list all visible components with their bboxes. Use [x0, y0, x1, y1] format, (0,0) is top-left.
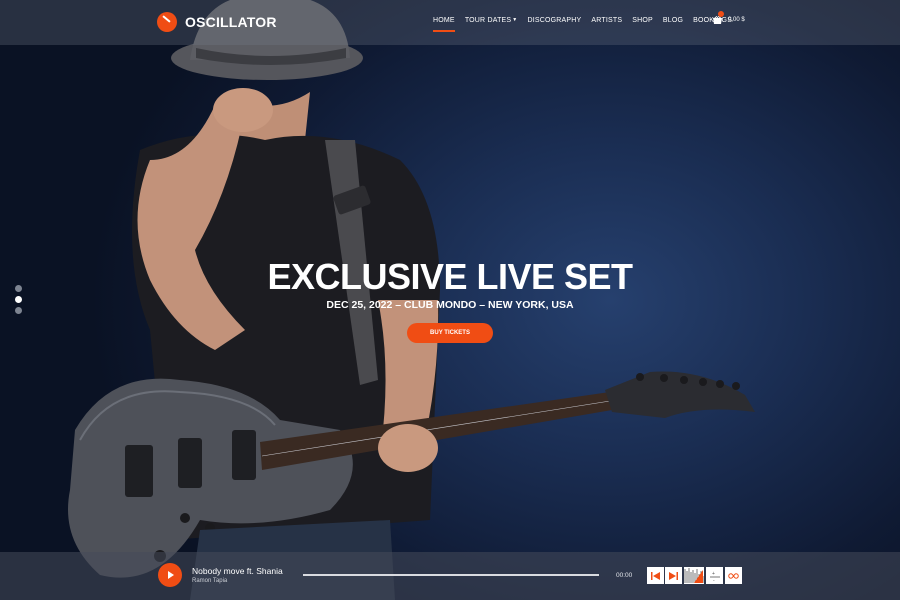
next-icon: [669, 571, 678, 580]
previous-button[interactable]: [647, 567, 664, 584]
hero-title: EXCLUSIVE LIVE SET: [267, 256, 633, 297]
cart-total: 0,00 $: [728, 17, 745, 23]
slider-dots: [15, 285, 22, 314]
loop-icon: [728, 572, 739, 579]
slider-dot-3[interactable]: [15, 307, 22, 314]
nav-item-label: TOUR DATES: [464, 17, 512, 24]
track-time: 00:00: [616, 572, 633, 579]
loop-button[interactable]: [725, 567, 742, 584]
main-nav: HOME TOUR DATES▼ DISCOGRAPHY ARTISTS SHO…: [433, 17, 732, 32]
nav-item-label: BLOG: [662, 17, 684, 24]
nav-item-label: ARTISTS: [591, 17, 623, 24]
nav-item-shop[interactable]: SHOP: [632, 17, 653, 24]
track-title: Nobody move ft. Shania: [192, 566, 283, 576]
progress-bar[interactable]: [303, 574, 599, 576]
audio-player: Nobody move ft. Shania Ramon Tapia 00:00…: [0, 552, 900, 600]
logo-icon: [157, 12, 177, 32]
play-icon: [168, 571, 174, 579]
volume-button[interactable]: + -: [706, 567, 723, 584]
nav-item-home[interactable]: HOME: [433, 17, 455, 32]
site-header: OSCILLATOR HOME TOUR DATES▼ DISCOGRAPHY …: [0, 0, 900, 45]
svg-text:+: +: [712, 571, 715, 577]
svg-text:-: -: [713, 577, 715, 582]
cart-count-badge: [718, 11, 724, 17]
nav-item-blog[interactable]: BLOG: [663, 17, 683, 24]
slider-dot-2[interactable]: [15, 296, 22, 303]
basket-icon: [713, 11, 724, 24]
previous-icon: [651, 571, 660, 580]
nav-item-discography[interactable]: DISCOGRAPHY: [527, 17, 581, 24]
logo[interactable]: OSCILLATOR: [157, 12, 277, 32]
buy-tickets-button[interactable]: BUY TICKETS: [407, 323, 493, 343]
waveform-button[interactable]: [684, 567, 704, 584]
cart-button[interactable]: 0,00 $: [713, 11, 745, 24]
chevron-down-icon: ▼: [512, 17, 518, 23]
nav-item-label: HOME: [433, 17, 455, 24]
nav-item-label: SHOP: [632, 17, 653, 24]
volume-icon: +-: [709, 571, 720, 582]
brand-name: OSCILLATOR: [185, 14, 277, 30]
nav-item-tour-dates[interactable]: TOUR DATES▼: [465, 17, 518, 24]
track-artist: Ramon Tapia: [192, 578, 228, 584]
next-button[interactable]: [665, 567, 682, 584]
nav-item-label: DISCOGRAPHY: [527, 17, 582, 24]
play-button[interactable]: [158, 563, 182, 587]
slider-dot-1[interactable]: [15, 285, 22, 292]
nav-item-artists[interactable]: ARTISTS: [591, 17, 622, 24]
hero-subtitle: DEC 25, 2022 – CLUB MONDO – NEW YORK, US…: [326, 299, 574, 311]
waveform-icon: [684, 568, 704, 583]
